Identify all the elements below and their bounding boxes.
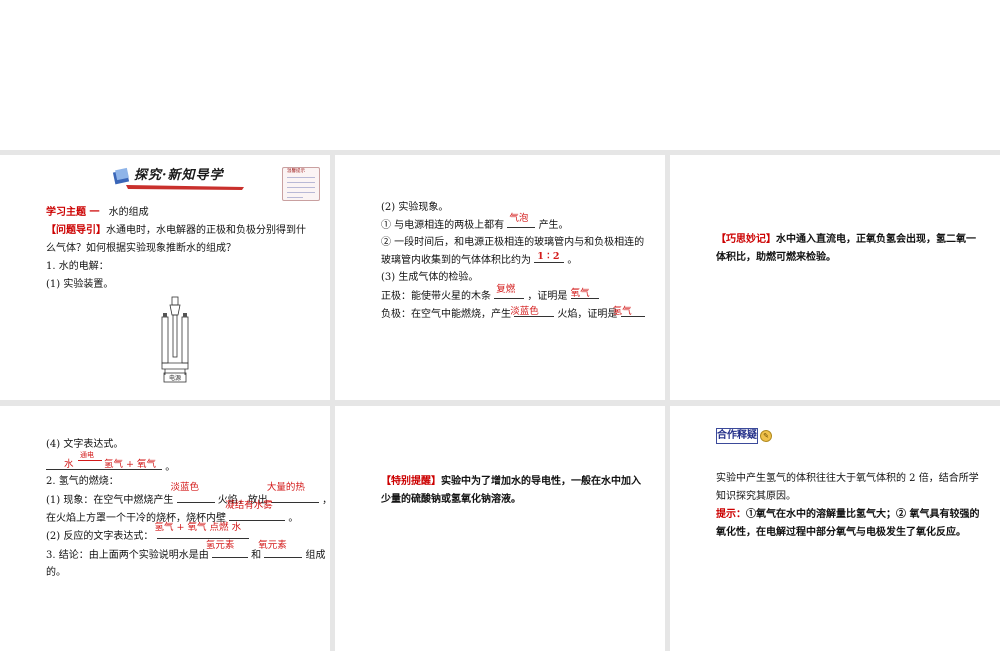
equation-condition: 通电 — [80, 451, 94, 459]
answer-hydrogen: 氢气 — [612, 306, 632, 317]
phenomenon-line-1: (1) 现象：在空气中燃烧产生 淡蓝色 火焰，放出 大量的热 ， — [46, 482, 330, 509]
slide-4: (4) 文字表达式。 水 通电 氢气 + 氧气 。 2. 氢气的燃烧： (1) … — [0, 406, 330, 651]
answer-blank: 淡蓝色 — [510, 305, 555, 317]
cooperation-tag: 合作释疑 ✎ — [716, 428, 772, 448]
hint-line-1: 提示：①氧气在水中的溶解量比氢气大；② 氧气具有较强的 — [716, 506, 979, 523]
section-banner: 探究·新知导学 — [112, 163, 246, 191]
text: 组成 — [305, 550, 326, 561]
answer-pale-blue: 淡蓝色 — [510, 306, 539, 317]
memory-tip-line-1: 【巧思妙记】水中通入直流电，正氧负氢会出现，氢二氧一 — [716, 231, 976, 248]
note-title: 温馨提示 — [287, 169, 305, 174]
slide-2: (2) 实验现象。 ① 与电源相连的两极上都有 气泡 产生。 ② 一段时间后，和… — [335, 155, 665, 400]
text: (2) 反应的文字表达式： — [46, 531, 154, 542]
text: 。 — [288, 513, 299, 524]
answer-ratio: 1 ∶ 2 — [537, 251, 560, 262]
slide-3: 【巧思妙记】水中通入直流电，正氧负氢会出现，氢二氧一 体积比，助燃可燃来检验。 — [670, 155, 1000, 400]
text: 火焰，证明是 — [557, 309, 618, 320]
text: 。 — [165, 462, 176, 473]
conclusion-line-2: 的。 — [46, 567, 66, 578]
answer-blank: 大量的热 — [267, 482, 319, 503]
text: 3. 结论：由上面两个实验说明水是由 — [46, 550, 209, 561]
text: ， — [322, 495, 330, 506]
observation-line-3: 玻璃管内收集到的气体体积比约为 1 ∶ 2 。 — [381, 251, 577, 269]
observation-line-1: ① 与电源相连的两极上都有 气泡 产生。 — [381, 213, 569, 234]
discussion-icon: ✎ — [760, 430, 772, 442]
answer-blank: 氢气 — [613, 305, 645, 317]
question-line-2: 知识探究其原因。 — [716, 491, 796, 502]
text: 产生。 — [538, 220, 569, 231]
equation-right: 氢气 + 氧气 — [104, 459, 156, 470]
question-text: 水通电时，水电解器的正极和负极分别得到什 — [106, 225, 306, 236]
question-line-2: 么气体？如何根据实验现象推断水的组成？ — [46, 243, 236, 254]
note-line — [287, 187, 315, 188]
item-2: (2) 实验现象。 — [381, 202, 449, 213]
answer-blank: 1 ∶ 2 — [534, 251, 565, 263]
equation-left: 水 — [64, 459, 74, 470]
item-b: 2. 氢气的燃烧： — [46, 476, 119, 487]
banner-title: 探究·新知导学 — [134, 168, 224, 183]
memory-tip-line-2: 体积比，助燃可燃来检验。 — [716, 252, 836, 263]
note-line — [287, 192, 315, 193]
answer-oxygen: 氧气 — [570, 288, 590, 299]
answer-pale-blue: 淡蓝色 — [170, 482, 200, 493]
answer-combustion-equation: 氢气 + 氧气 点燃 水 — [154, 522, 242, 533]
answer-blank: 氢气 + 氧气 点燃 水 — [155, 522, 249, 539]
note-line — [287, 177, 315, 178]
text: 负极：在空气中能燃烧，产生 — [381, 309, 511, 320]
conclusion-line-1: 3. 结论：由上面两个实验说明水是由 氢元素 和 氧元素 组成 — [46, 540, 326, 564]
blank-top-area — [0, 0, 1000, 150]
text: 水中通入直流电，正氧负氢会出现，氢二氧一 — [776, 234, 976, 245]
special-reminder-line-1: 【特别提醒】实验中为了增加水的导电性，一般在水中加入 — [381, 473, 641, 490]
topic-title: 水的组成 — [108, 207, 149, 218]
answer-hydrogen-element: 氢元素 — [205, 540, 235, 551]
text: ，证明是 — [527, 291, 568, 302]
answer-blank: 氢元素 — [206, 540, 248, 558]
text: 正极：能使带火星的木条 — [381, 291, 491, 302]
observation-line-2: ② 一段时间后，和电源正极相连的玻璃管内与和负极相连的 — [381, 237, 645, 248]
hint-label: 提示： — [716, 509, 746, 520]
cooperation-tag-label: 合作释疑 — [716, 428, 758, 444]
topic-heading: 学习主题 一 水的组成 — [46, 204, 149, 221]
answer-oxygen-element: 氧元素 — [258, 540, 287, 551]
note-line — [287, 197, 303, 198]
text: 。 — [567, 255, 578, 266]
answer-heat: 大量的热 — [266, 482, 305, 493]
item-1-1: (1) 实验装置。 — [46, 279, 114, 290]
special-reminder-line-2: 少量的硫酸钠或氢氧化钠溶液。 — [381, 494, 521, 505]
memory-tip-label: 【巧思妙记】 — [716, 234, 776, 245]
note-line — [287, 182, 315, 183]
special-reminder-label: 【特别提醒】 — [381, 476, 441, 487]
answer-blank: 氧元素 — [258, 540, 303, 558]
text: ①氧气在水中的溶解量比氢气大；② 氧气具有较强的 — [746, 509, 980, 520]
positive-electrode-line: 正极：能使带火星的木条 复燃 ，证明是 氧气 — [381, 284, 599, 305]
power-source-label: 电源 — [169, 374, 181, 382]
question-line-1: 实验中产生氢气的体积往往大于氧气体积的 2 倍，结合所学 — [716, 473, 979, 484]
topic-label: 学习主题 一 — [46, 207, 100, 218]
answer-bubbles: 气泡 — [509, 213, 529, 224]
slide-6: 合作释疑 ✎ 实验中产生氢气的体积往往大于氧气体积的 2 倍，结合所学 知识探究… — [670, 406, 1000, 651]
hint-line-2: 氧化性，在电解过程中部分氧气与电极发生了氧化反应。 — [716, 527, 966, 538]
item-1: 1. 水的电解： — [46, 261, 109, 272]
answer-blank: 淡蓝色 — [171, 482, 215, 503]
book-icon — [112, 167, 130, 185]
question-line-1: 【问题导引】水通电时，水电解器的正极和负极分别得到什 — [46, 222, 306, 239]
tip-note-box: 温馨提示 — [282, 167, 320, 201]
negative-electrode-line: 负极：在空气中能燃烧，产生 淡蓝色 火焰，证明是 氢气 — [381, 305, 645, 323]
text: (1) 现象：在空气中燃烧产生 — [46, 495, 174, 506]
text: 玻璃管内收集到的气体体积比约为 — [381, 255, 531, 266]
item-3: (3) 生成气体的检验。 — [381, 272, 479, 283]
text: ① 与电源相连的两极上都有 — [381, 220, 505, 231]
answer-blank: 气泡 — [507, 213, 536, 228]
answer-blank: 氧气 — [570, 287, 599, 299]
answer-rekindle: 复燃 — [496, 284, 516, 295]
answer-blank: 水 通电 氢气 + 氧气 — [46, 451, 162, 470]
answer-blank: 复燃 — [494, 284, 525, 299]
slide-1: 探究·新知导学 温馨提示 学习主题 一 水的组成 【问题导引】水通电时，水电解器… — [0, 155, 330, 400]
slide-5: 【特别提醒】实验中为了增加水的导电性，一般在水中加入 少量的硫酸钠或氢氧化钠溶液… — [335, 406, 665, 651]
equation-arrow — [78, 460, 102, 461]
question-label: 【问题导引】 — [46, 225, 106, 236]
answer-water-mist: 凝结有水雾 — [225, 500, 273, 511]
text: 实验中为了增加水的导电性，一般在水中加入 — [441, 476, 641, 487]
electrolysis-apparatus-diagram: 电源 — [161, 296, 189, 383]
